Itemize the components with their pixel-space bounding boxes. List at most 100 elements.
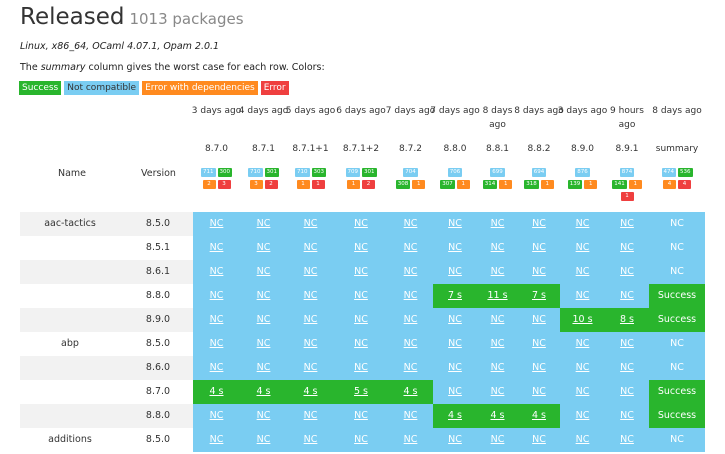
result-cell[interactable]: NC xyxy=(477,428,518,452)
result-cell[interactable]: NC xyxy=(605,260,649,284)
result-cell[interactable]: 4 s xyxy=(433,404,477,428)
result-cell[interactable]: NC xyxy=(287,284,334,308)
count-badge[interactable]: 1 xyxy=(499,180,513,189)
result-cell[interactable]: NC xyxy=(518,260,560,284)
result-cell[interactable]: NC xyxy=(477,332,518,356)
result-cell[interactable]: NC xyxy=(240,404,287,428)
result-cell[interactable]: 7 s xyxy=(433,284,477,308)
result-cell[interactable]: NC xyxy=(287,236,334,260)
result-cell[interactable]: NC xyxy=(287,356,334,380)
result-cell[interactable]: NC xyxy=(605,284,649,308)
result-cell[interactable]: NC xyxy=(477,260,518,284)
result-cell[interactable]: NC xyxy=(605,404,649,428)
result-cell[interactable]: NC xyxy=(605,380,649,404)
result-cell[interactable]: 7 s xyxy=(518,284,560,308)
result-cell[interactable]: NC xyxy=(477,308,518,332)
result-cell[interactable]: NC xyxy=(287,308,334,332)
count-badge[interactable]: 704 xyxy=(403,168,418,177)
result-cell[interactable]: NC xyxy=(287,332,334,356)
result-cell[interactable]: NC xyxy=(477,380,518,404)
count-badge[interactable]: 301 xyxy=(362,168,377,177)
count-badge[interactable]: 308 xyxy=(395,180,411,189)
result-cell[interactable]: 4 s xyxy=(240,380,287,404)
result-cell[interactable]: NC xyxy=(193,236,240,260)
result-cell[interactable]: NC xyxy=(560,212,605,236)
result-cell[interactable]: NC xyxy=(240,236,287,260)
result-cell[interactable]: NC xyxy=(287,404,334,428)
count-badge[interactable]: 314 xyxy=(482,180,498,189)
result-cell[interactable]: NC xyxy=(518,428,560,452)
result-cell[interactable]: NC xyxy=(334,332,388,356)
result-cell[interactable]: NC xyxy=(560,260,605,284)
result-cell[interactable]: NC xyxy=(433,212,477,236)
result-cell[interactable]: NC xyxy=(334,236,388,260)
result-cell[interactable]: NC xyxy=(334,356,388,380)
result-cell[interactable]: NC xyxy=(193,212,240,236)
result-cell[interactable]: NC xyxy=(193,404,240,428)
result-cell[interactable]: NC xyxy=(518,212,560,236)
result-cell[interactable]: NC xyxy=(518,380,560,404)
result-cell[interactable]: NC xyxy=(334,284,388,308)
result-cell[interactable]: NC xyxy=(518,356,560,380)
result-cell[interactable]: NC xyxy=(287,212,334,236)
count-badge[interactable]: 710 xyxy=(295,168,310,177)
count-badge[interactable]: 3 xyxy=(249,180,263,189)
result-cell[interactable]: NC xyxy=(193,356,240,380)
count-badge[interactable]: 1 xyxy=(620,192,634,201)
result-cell[interactable]: NC xyxy=(605,236,649,260)
result-cell[interactable]: NC xyxy=(605,212,649,236)
count-badge[interactable]: 876 xyxy=(575,168,590,177)
result-cell[interactable]: NC xyxy=(240,284,287,308)
result-cell[interactable]: 5 s xyxy=(334,380,388,404)
result-cell[interactable]: NC xyxy=(193,260,240,284)
result-cell[interactable]: NC xyxy=(518,236,560,260)
count-badge[interactable]: 303 xyxy=(311,168,326,177)
result-cell[interactable]: NC xyxy=(388,260,433,284)
result-cell[interactable]: NC xyxy=(433,332,477,356)
result-cell[interactable]: NC xyxy=(560,380,605,404)
result-cell[interactable]: NC xyxy=(560,428,605,452)
result-cell[interactable]: NC xyxy=(240,428,287,452)
result-cell[interactable]: NC xyxy=(287,428,334,452)
count-badge[interactable]: 2 xyxy=(362,180,375,189)
result-cell[interactable]: NC xyxy=(193,284,240,308)
result-cell[interactable]: NC xyxy=(334,260,388,284)
count-badge[interactable]: 1 xyxy=(628,180,642,189)
count-badge[interactable]: 301 xyxy=(264,168,279,177)
result-cell[interactable]: NC xyxy=(287,260,334,284)
result-cell[interactable]: 4 s xyxy=(518,404,560,428)
result-cell[interactable]: NC xyxy=(518,308,560,332)
result-cell[interactable]: NC xyxy=(560,332,605,356)
result-cell[interactable]: 10 s xyxy=(560,308,605,332)
result-cell[interactable]: NC xyxy=(605,428,649,452)
result-cell[interactable]: NC xyxy=(433,236,477,260)
count-badge[interactable]: 4 xyxy=(663,180,676,189)
result-cell[interactable]: NC xyxy=(560,236,605,260)
result-cell[interactable]: NC xyxy=(477,212,518,236)
result-cell[interactable]: NC xyxy=(388,404,433,428)
result-cell[interactable]: NC xyxy=(560,284,605,308)
result-cell[interactable]: NC xyxy=(240,308,287,332)
count-badge[interactable]: 1 xyxy=(347,180,360,189)
result-cell[interactable]: 4 s xyxy=(388,380,433,404)
result-cell[interactable]: NC xyxy=(388,308,433,332)
count-badge[interactable]: 307 xyxy=(440,180,455,189)
count-badge[interactable]: 874 xyxy=(619,168,635,177)
result-cell[interactable]: NC xyxy=(388,212,433,236)
count-badge[interactable]: 300 xyxy=(217,168,232,177)
count-badge[interactable]: 706 xyxy=(447,168,463,177)
result-cell[interactable]: NC xyxy=(518,332,560,356)
result-cell[interactable]: NC xyxy=(605,356,649,380)
result-cell[interactable]: NC xyxy=(240,260,287,284)
result-cell[interactable]: 4 s xyxy=(477,404,518,428)
result-cell[interactable]: NC xyxy=(388,236,433,260)
count-badge[interactable]: 2 xyxy=(264,180,278,189)
result-cell[interactable]: NC xyxy=(334,404,388,428)
result-cell[interactable]: 11 s xyxy=(477,284,518,308)
count-badge[interactable]: 318 xyxy=(524,180,539,189)
result-cell[interactable]: NC xyxy=(240,332,287,356)
result-cell[interactable]: NC xyxy=(388,332,433,356)
result-cell[interactable]: NC xyxy=(477,356,518,380)
result-cell[interactable]: NC xyxy=(193,308,240,332)
count-badge[interactable]: 536 xyxy=(678,168,693,177)
